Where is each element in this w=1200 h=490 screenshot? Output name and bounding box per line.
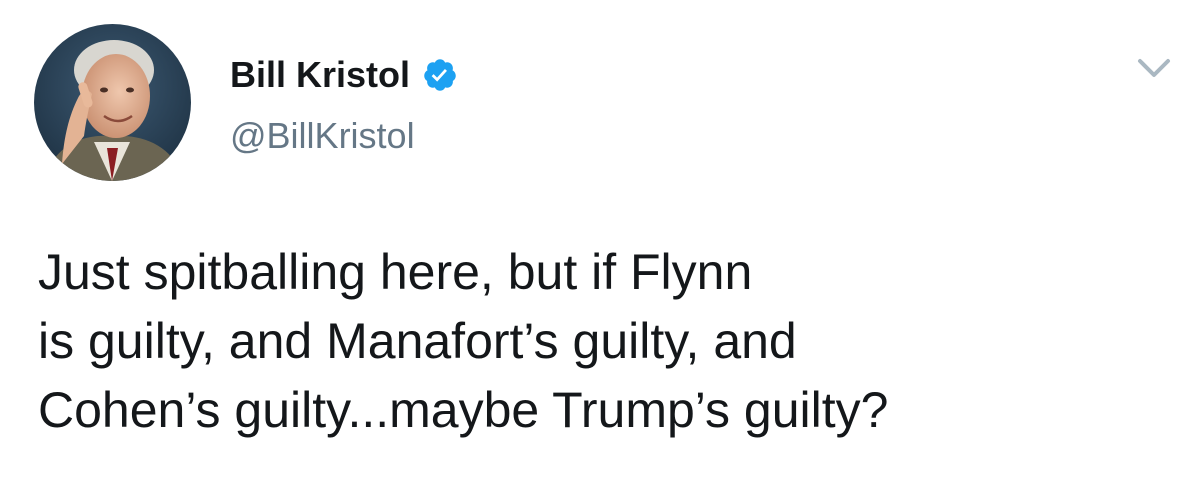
tweet-text-line: Cohen’s guilty...maybe Trump’s guilty?	[38, 382, 889, 438]
author-handle[interactable]: @BillKristol	[230, 114, 415, 158]
verified-badge-icon	[422, 57, 458, 93]
tweet-text-line: Just spitballing here, but if Flynn	[38, 244, 753, 300]
author-display-name[interactable]: Bill Kristol	[230, 52, 410, 98]
chevron-down-icon[interactable]	[1136, 56, 1172, 80]
tweet-card: Bill Kristol @BillKristol Just spitballi…	[0, 0, 1200, 490]
tweet-text-line: is guilty, and Manafort’s guilty, and	[38, 313, 797, 369]
author-name-row[interactable]: Bill Kristol	[230, 52, 458, 98]
author-avatar[interactable]	[34, 24, 191, 181]
profile-photo	[34, 24, 191, 181]
tweet-text: Just spitballing here, but if Flynn is g…	[38, 238, 1178, 445]
